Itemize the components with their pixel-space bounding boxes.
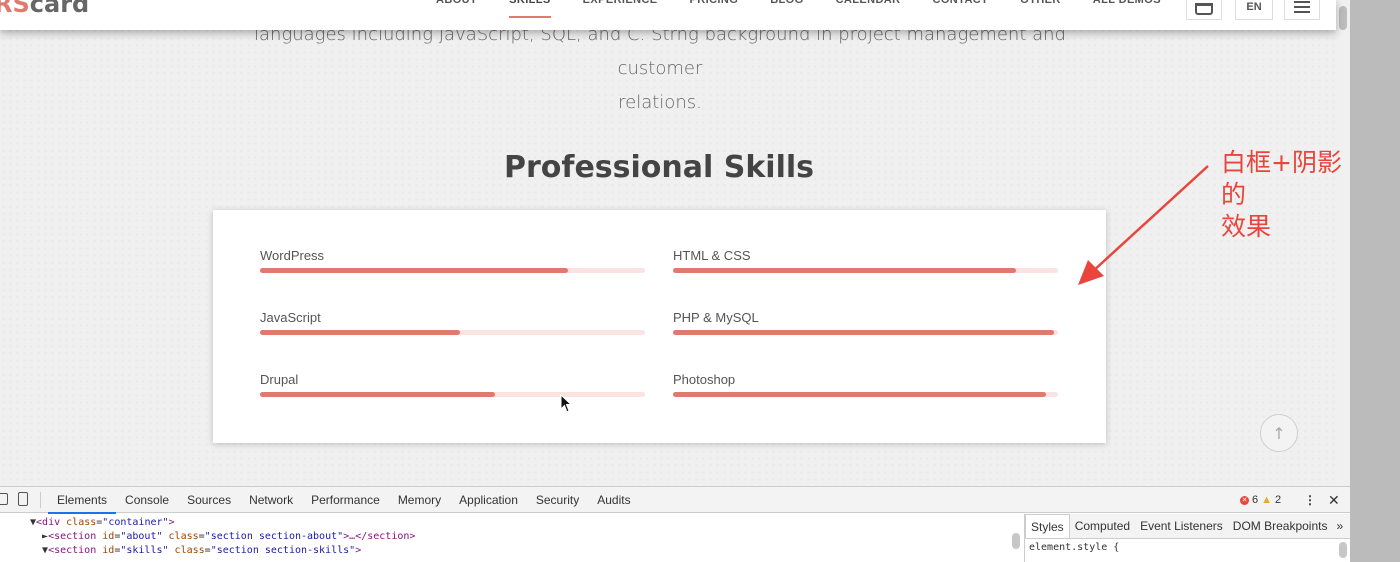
- devtools-tab-performance[interactable]: Performance: [302, 487, 389, 513]
- close-icon[interactable]: ✕: [1328, 487, 1340, 513]
- skill-item: HTML & CSS: [673, 248, 1058, 273]
- nav-link-pricing[interactable]: PRICING: [674, 0, 755, 6]
- warning-count: 2: [1275, 494, 1282, 506]
- logo-rest: card: [29, 0, 90, 18]
- skill-item: JavaScript: [260, 310, 645, 335]
- nav-link-calendar[interactable]: CALENDAR: [820, 0, 917, 6]
- error-count: 6: [1252, 494, 1259, 506]
- styles-tab-event-listeners[interactable]: Event Listeners: [1135, 514, 1228, 538]
- window-edge: [1350, 0, 1400, 562]
- more-options-icon[interactable]: ⋮: [1304, 487, 1316, 513]
- nav-link-skills[interactable]: SKILLS: [493, 0, 567, 18]
- skill-progress-track: [673, 268, 1058, 273]
- about-text: languages including JavaScript, SQL, and…: [230, 18, 1090, 120]
- devtools-tab-sources[interactable]: Sources: [178, 487, 240, 513]
- skill-progress-fill: [673, 268, 1016, 273]
- toolbar-divider: [40, 492, 41, 508]
- skill-item: PHP & MySQL: [673, 310, 1058, 335]
- skill-progress-fill: [260, 392, 495, 397]
- annotation-text: 白框+阴影的 效果: [1221, 147, 1350, 243]
- skill-progress-fill: [673, 392, 1047, 397]
- nav-link-experience[interactable]: EXPERIENCE: [567, 0, 674, 6]
- about-text-line: relations.: [618, 92, 702, 113]
- dom-scrollbar-thumb[interactable]: [1012, 533, 1020, 549]
- element-style-rule[interactable]: element.style {: [1025, 539, 1350, 556]
- nav-links: ABOUT SKILLS EXPERIENCE PRICING BLOG CALENDAR…: [420, 0, 1177, 18]
- skill-progress-track: [260, 392, 645, 397]
- devtools-tab-elements[interactable]: Elements: [48, 487, 117, 514]
- skill-progress-track: [260, 330, 645, 335]
- devtools-tabs: Elements Console Sources Network Performance…: [48, 487, 640, 514]
- scroll-to-top-button[interactable]: ↑: [1260, 414, 1298, 452]
- styles-tabs: Styles Computed Event Listeners DOM Breakpo…: [1025, 514, 1350, 539]
- styles-pane: Styles Computed Event Listeners DOM Breakpo…: [1025, 514, 1350, 562]
- skills-card: WordPress HTML & CSS JavaScript PHP & MySQL…: [213, 210, 1106, 443]
- console-status[interactable]: ✕ 6 ▲ 2: [1240, 487, 1281, 513]
- nav-link-all-demos[interactable]: ALL DEMOS: [1077, 0, 1177, 6]
- more-tabs-chevron-icon[interactable]: »: [1332, 514, 1343, 538]
- devtools-toolbar: Elements Console Sources Network Performance…: [0, 487, 1350, 514]
- skill-label: WordPress: [260, 248, 325, 263]
- styles-scrollbar-thumb[interactable]: [1339, 542, 1347, 558]
- basket-icon: [1195, 3, 1213, 15]
- language-button[interactable]: EN: [1235, 0, 1273, 20]
- skill-item: Photoshop: [673, 372, 1058, 397]
- skill-item: WordPress: [260, 248, 645, 273]
- nav-link-other[interactable]: OTHER: [1004, 0, 1077, 6]
- dom-node[interactable]: ►<section id="about" class="section sect…: [30, 530, 1024, 544]
- styles-tab-styles[interactable]: Styles: [1025, 514, 1070, 538]
- hamburger-icon: [1294, 1, 1310, 13]
- skill-progress-fill: [673, 330, 1055, 335]
- skill-progress-track: [673, 330, 1058, 335]
- skill-label: JavaScript: [260, 310, 321, 325]
- dom-tree: ▼<div class="container"> ►<section id="a…: [0, 514, 1024, 562]
- dom-node[interactable]: ▼<section id="skills" class="section sec…: [30, 544, 1024, 558]
- top-navigation: RScard ABOUT SKILLS EXPERIENCE PRICING BLOG C…: [0, 0, 1336, 30]
- inspect-element-icon[interactable]: [0, 493, 8, 505]
- skill-progress-track: [673, 392, 1058, 397]
- nav-link-about[interactable]: ABOUT: [420, 0, 493, 6]
- page-scrollbar[interactable]: [1336, 0, 1350, 486]
- skill-label: PHP & MySQL: [673, 310, 759, 325]
- devtools-tab-security[interactable]: Security: [527, 487, 588, 513]
- website-viewport: RScard ABOUT SKILLS EXPERIENCE PRICING BLOG C…: [0, 0, 1350, 486]
- device-toolbar-icon[interactable]: [18, 492, 28, 506]
- skill-label: HTML & CSS: [673, 248, 751, 263]
- dom-node[interactable]: ▼<div class="container">: [30, 516, 1024, 530]
- logo-accent: RS: [0, 0, 30, 18]
- skill-progress-track: [260, 268, 645, 273]
- skill-label: Drupal: [260, 372, 299, 387]
- cart-button[interactable]: [1186, 0, 1222, 20]
- skill-label: Photoshop: [673, 372, 736, 387]
- devtools-panel: Elements Console Sources Network Performance…: [0, 486, 1350, 562]
- skill-progress-fill: [260, 330, 461, 335]
- error-icon: ✕: [1240, 495, 1249, 505]
- skill-item: Drupal: [260, 372, 645, 397]
- scrollbar-thumb[interactable]: [1339, 6, 1347, 30]
- annotation-arrow-icon: [1078, 165, 1209, 285]
- skill-progress-fill: [260, 268, 568, 273]
- warning-icon: ▲: [1261, 494, 1273, 506]
- annotation-line: 效果: [1221, 212, 1272, 241]
- annotation-line: 白框+阴影的: [1221, 148, 1342, 209]
- styles-tab-dom-breakpoints[interactable]: DOM Breakpoints: [1228, 514, 1333, 538]
- arrow-up-icon: ↑: [1272, 423, 1286, 443]
- styles-tab-computed[interactable]: Computed: [1070, 514, 1135, 538]
- site-logo[interactable]: RScard: [0, 0, 89, 18]
- nav-link-contact[interactable]: CONTACT: [917, 0, 1005, 6]
- mouse-cursor-icon: [560, 394, 573, 413]
- devtools-tab-console[interactable]: Console: [116, 487, 178, 513]
- nav-link-blog[interactable]: BLOG: [754, 0, 819, 6]
- devtools-tab-audits[interactable]: Audits: [588, 487, 639, 513]
- devtools-tab-application[interactable]: Application: [450, 487, 527, 513]
- devtools-tab-memory[interactable]: Memory: [389, 487, 450, 513]
- menu-button[interactable]: [1284, 0, 1320, 20]
- devtools-tab-network[interactable]: Network: [240, 487, 302, 513]
